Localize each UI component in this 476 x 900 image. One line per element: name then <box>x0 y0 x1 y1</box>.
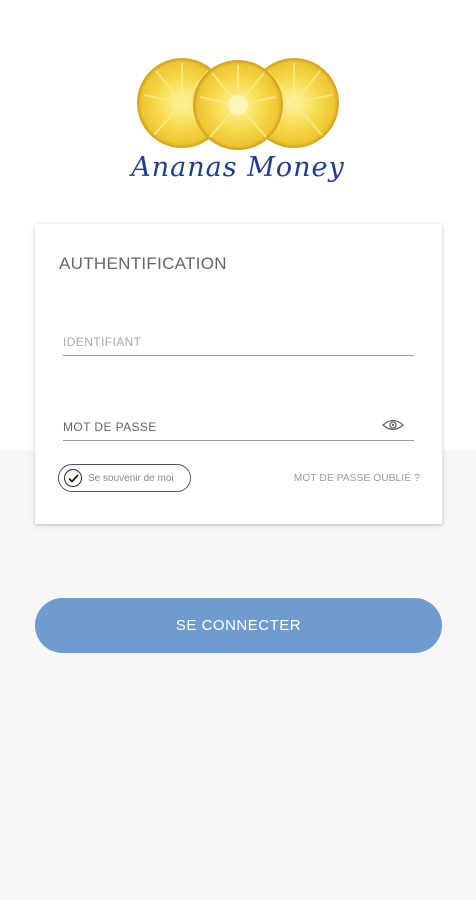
brand-name: Ananas Money <box>131 152 345 183</box>
eye-icon[interactable] <box>382 419 404 431</box>
password-input[interactable] <box>63 407 414 440</box>
connect-button[interactable]: SE CONNECTER <box>35 598 442 653</box>
identifiant-input[interactable] <box>63 322 414 355</box>
identifiant-field-wrapper <box>63 322 414 356</box>
check-icon <box>64 469 82 487</box>
auth-card: AUTHENTIFICATION Se souvenir de moi MOT … <box>35 224 442 524</box>
card-title: AUTHENTIFICATION <box>59 254 227 273</box>
remember-me-label: Se souvenir de moi <box>88 472 174 484</box>
remember-me-toggle[interactable]: Se souvenir de moi <box>58 464 191 492</box>
pineapple-slice-center <box>193 60 283 150</box>
password-field-wrapper <box>63 407 414 441</box>
forgot-password-link[interactable]: MOT DE PASSE OUBLIÉ ? <box>294 473 420 484</box>
